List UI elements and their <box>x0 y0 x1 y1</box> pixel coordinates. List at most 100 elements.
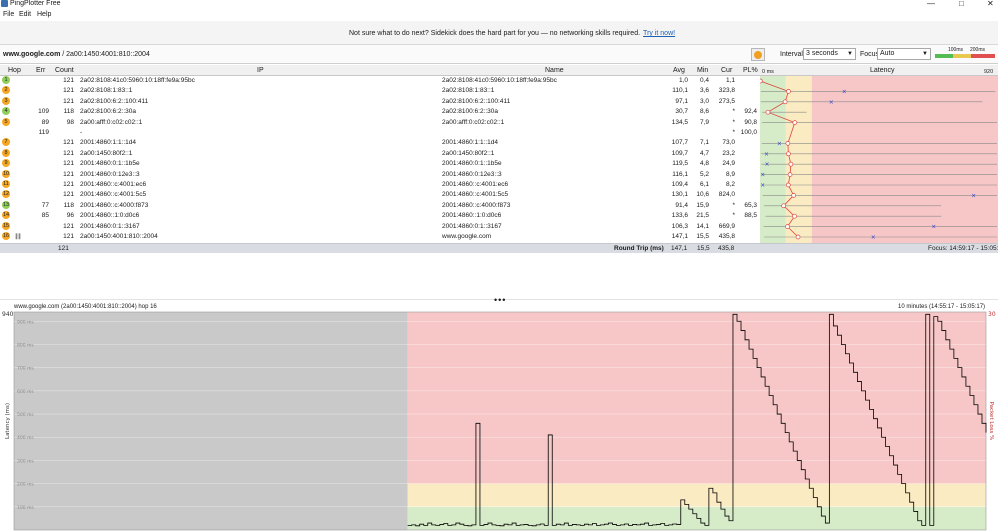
col-pl[interactable]: PL% <box>743 66 758 75</box>
hop-row[interactable]: 16 121 2a00:1450:4001:810::2004 www.google.… <box>0 232 760 243</box>
hop-name: 2a02:8100:6:2::30a <box>442 108 499 116</box>
hop-avg: 109,4 <box>671 181 688 188</box>
current-latency-marker: × <box>760 172 765 179</box>
timeline-chart[interactable]: 900 ms 800 ms 700 ms 600 ms 500 ms 400 ms 300 … <box>0 310 998 532</box>
col-avg[interactable]: Avg <box>673 66 685 75</box>
avg-latency-point <box>785 141 791 146</box>
col-ip[interactable]: IP <box>257 66 264 75</box>
hop-status-icon: 12 <box>2 190 10 199</box>
zone-bad <box>407 312 986 484</box>
hop-row[interactable]: 2 121 2a02:8108:1:83::1 2a02:8108:1:83::1 11… <box>0 86 760 97</box>
hop-err: 77 <box>41 201 49 209</box>
hop-row[interactable]: 10 121 2001:4860:0:12e3::3 2001:4860:0:12e3… <box>0 169 760 181</box>
hop-name: 2a00:1450:80f2::1 <box>442 149 495 157</box>
hop-cur: * <box>732 201 735 209</box>
hop-ip: 2001:4860::c:4001:5c5 <box>80 191 147 199</box>
hop-count: 98 <box>66 118 74 126</box>
avg-latency-point <box>760 78 763 84</box>
current-latency-marker: × <box>829 99 834 106</box>
avg-latency-point <box>785 224 790 229</box>
focus-select[interactable]: Auto ▼ <box>877 48 931 60</box>
hop-row[interactable]: 11 121 2001:4860::c:4001:ec6 2001:4860::c:4… <box>0 180 760 191</box>
close-button[interactable]: ✕ <box>987 0 994 8</box>
graph-icon[interactable]: ∥∥ <box>15 232 21 242</box>
hop-cur: 435,8 <box>718 233 735 240</box>
y-tick-label: 700 ms <box>17 366 34 372</box>
hop-row[interactable]: 13 77 118 2001:4860::c:4000:f873 2001:4860::… <box>0 200 760 212</box>
avg-latency-point <box>785 182 791 188</box>
hop-row[interactable]: 14 85 96 2001:4860::1:0:d0c6 2001:4860::1:0:… <box>0 211 760 222</box>
hop-row[interactable]: 8 121 2a00:1450:80f2::1 2a00:1450:80f2::1 10… <box>0 148 760 160</box>
hop-row[interactable]: 119 - * 100,0 <box>0 128 760 139</box>
hop-ip: 2a02:8108:1:83::1 <box>80 87 133 95</box>
col-min[interactable]: Min <box>697 66 708 75</box>
col-count[interactable]: Count <box>55 66 74 75</box>
scale-200-label: 200ms <box>970 47 986 53</box>
hop-row[interactable]: 1 121 2a02:8108:41c0:5960:10:18ff:fe9a:95b… <box>0 76 760 87</box>
focus-value: Auto <box>880 50 895 57</box>
hop-row[interactable]: 3 121 2a02:8100:6:2::100:411 2a02:8100:6:2:… <box>0 96 760 108</box>
interval-select[interactable]: 3 seconds ▼ <box>803 48 856 60</box>
avg-latency-point <box>786 89 791 94</box>
hop-row[interactable]: 12 121 2001:4860::c:4001:5c5 2001:4860::c:4… <box>0 190 760 201</box>
hop-row[interactable]: 7 121 2001:4860:1:1::1d4 2001:4860:1:1::1d4… <box>0 138 760 149</box>
y-tick-label: 900 ms <box>17 319 34 325</box>
hop-min: 14,1 <box>696 222 709 230</box>
hop-ip: 2001:4860::1:0:d0c6 <box>80 212 140 220</box>
y-max-label: 940 <box>2 311 14 318</box>
col-cur[interactable]: Cur <box>721 66 732 75</box>
hop-avg: 110,1 <box>672 87 688 95</box>
hop-status-icon: 8 <box>2 148 10 157</box>
focus-range: Focus: 14:59:17 - 15:05:17 <box>928 245 998 252</box>
hop-min: 4,7 <box>699 149 709 157</box>
y-tick-label: 600 ms <box>17 389 34 395</box>
minimize-button[interactable]: — <box>927 0 935 8</box>
col-err[interactable]: Err <box>36 66 45 75</box>
col-hop[interactable]: Hop <box>8 66 21 75</box>
hop-min: 5,2 <box>699 170 709 178</box>
hop-status-icon: 5 <box>2 117 10 126</box>
hop-avg: 119,5 <box>672 160 688 168</box>
maximize-button[interactable]: □ <box>959 0 964 8</box>
current-latency-marker: × <box>777 140 782 147</box>
hop-status-icon: 14 <box>2 211 10 220</box>
menu-help[interactable]: Help <box>37 10 51 19</box>
y2-axis-label: Packet Loss % <box>988 402 994 441</box>
avg-latency-point <box>786 151 791 157</box>
hop-count: 121 <box>63 160 74 168</box>
try-it-now-link[interactable]: Try it now! <box>643 30 675 37</box>
hop-count: 118 <box>63 108 74 116</box>
menu-file[interactable]: File <box>3 10 14 19</box>
chevron-down-icon: ▼ <box>847 51 853 57</box>
current-latency-marker: × <box>931 224 936 231</box>
hop-row[interactable]: 15 121 2001:4860:0:1::3167 2001:4860:0:1::3… <box>0 221 760 233</box>
hop-cur: 8,2 <box>725 181 735 188</box>
menu-edit[interactable]: Edit <box>19 10 31 19</box>
hop-row[interactable]: 4 109 118 2a02:8100:6:2::30a 2a02:8100:6:2::… <box>0 107 760 118</box>
hop-count: 121 <box>63 97 74 105</box>
target-ip: / 2a00:1450:4001:810::2004 <box>60 51 150 58</box>
hop-cur: * <box>732 108 735 116</box>
hop-status-icon: 1 <box>2 76 10 84</box>
splitter-handle[interactable]: ••• <box>494 296 506 305</box>
hop-status-icon: 2 <box>2 86 10 95</box>
summary-row: 121 Round Trip (ms) 147,1 15,5 435,8 Foc… <box>0 243 998 253</box>
pause-button[interactable] <box>751 48 765 61</box>
avg-latency-point <box>795 234 801 240</box>
hop-row[interactable]: 9 121 2001:4860:0:1::1b5e 2001:4860:0:1::1b… <box>0 159 760 170</box>
hop-name: www.google.com <box>442 233 492 240</box>
y-tick-label: 500 ms <box>17 412 34 418</box>
pause-icon <box>754 51 762 59</box>
hop-status-icon: 10 <box>2 169 10 178</box>
col-name[interactable]: Name <box>545 66 564 75</box>
hop-ip: - <box>80 129 83 136</box>
hop-min: 7,1 <box>699 139 709 147</box>
interval-label: Interval <box>780 51 803 58</box>
col-latency[interactable]: Latency <box>870 66 895 75</box>
current-latency-marker: × <box>764 161 769 168</box>
hop-count: 118 <box>63 201 74 209</box>
hop-row[interactable]: 5 89 98 2a00:afff:0:c02:c02::1 2a00:afff:0:c… <box>0 117 760 129</box>
hop-err: 89 <box>41 118 49 126</box>
hop-cur: 824,0 <box>718 191 735 199</box>
avg-latency-point <box>788 161 794 167</box>
